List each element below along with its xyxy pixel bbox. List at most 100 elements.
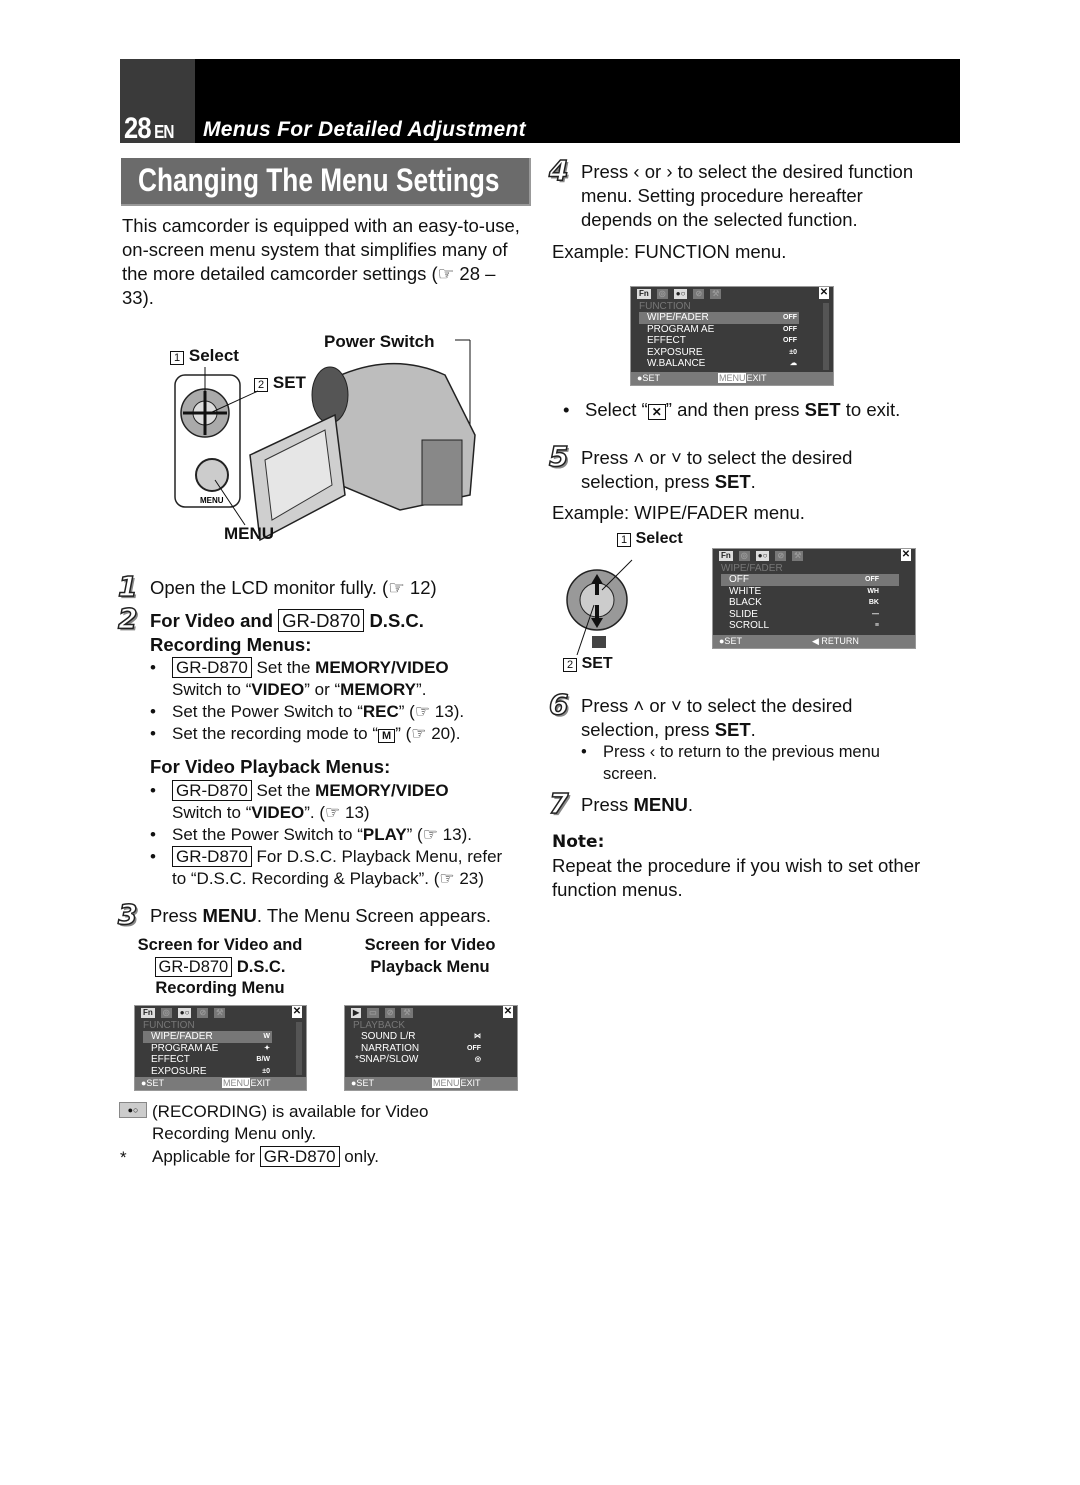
step-1-text: Open the LCD monitor fully. (☞ 12)	[150, 577, 437, 598]
menu-row: SLIDE —	[729, 608, 879, 620]
menu-row: PROGRAM AE OFF	[647, 323, 797, 335]
function-menu-example-screen: Fn ◎ ●○ ⊘ ⚒ ✕ FUNCTION WIPE/FADER OFF PRO…	[630, 286, 834, 386]
label-select-2: 1 Select	[617, 530, 683, 548]
tab-settings: ⚒	[401, 1008, 413, 1018]
example-wipe: Example: WIPE/FADER menu.	[552, 502, 805, 523]
page-title: Changing The Menu Settings	[138, 162, 500, 198]
menu-footer: ●SET MENUEXIT	[135, 1077, 306, 1090]
rec-screen-caption: Screen for Video and GR-D870 D.S.C. Reco…	[137, 936, 303, 997]
applicable-footnote: Applicable for GR-D870 only.	[152, 1146, 379, 1167]
menu-tabs: Fn ◎ ●○ ⊘ ⚒ ✕	[135, 1006, 306, 1020]
bullet-item: • Set the Power Switch to “PLAY” (☞ 13).	[150, 825, 472, 844]
step-number-6: 6	[548, 687, 569, 722]
menu-row: BLACK BK	[729, 597, 879, 608]
menu-footer: ●SET ◀ RETURN	[713, 635, 915, 648]
close-icon: ✕	[292, 1006, 302, 1018]
menu-row: WIPE/FADER W	[143, 1031, 272, 1043]
menu-tabs: ▶ ▭ ⊘ ⚒ ✕	[345, 1006, 517, 1020]
tab-recording: ●○	[177, 1008, 192, 1018]
label-select: 1 Select	[170, 346, 239, 366]
label-menu: MENU	[224, 524, 275, 543]
menu-row: *SNAP/SLOW ◎	[355, 1054, 481, 1065]
menu-row: EFFECT OFF	[647, 335, 797, 346]
tab-recording: ●○	[755, 551, 770, 561]
example-function: Example: FUNCTION menu.	[552, 241, 787, 262]
page-number: 28 EN	[124, 112, 174, 145]
pb-screen-caption: Screen for Video Playback Menu	[364, 936, 496, 976]
menu-row: WIPE/FADER OFF	[639, 312, 799, 324]
step-5-text: Press ˄ or ˅ to select the desired select…	[581, 447, 853, 492]
bullet-item: • GR-D870 For D.S.C. Playback Menu, refer	[150, 846, 503, 867]
tab-camera: ◎	[656, 289, 668, 299]
menu-row: W.BALANCE ☁	[647, 358, 797, 369]
step-number-2: 2	[117, 601, 138, 636]
close-icon: ✕	[819, 287, 829, 299]
recording-icon: ●○	[119, 1102, 147, 1118]
menu-footer: ●SET MENUEXIT	[631, 372, 833, 385]
step-2-bullets: • GR-D870 Set the MEMORY/VIDEO Switch to …	[150, 657, 535, 747]
menu-tabs: Fn ◎ ●○ ⊘ ⚒ ✕	[631, 287, 833, 301]
tab-function: Fn	[141, 1008, 155, 1018]
tab-settings: ⚒	[214, 1008, 226, 1018]
svg-text:MENU: MENU	[200, 496, 224, 505]
tab-display: ⊘	[197, 1008, 209, 1018]
recording-footnote: (RECORDING) is available for Video Record…	[152, 1102, 429, 1143]
menu-button-icon	[195, 458, 229, 492]
close-icon: ✕	[901, 549, 911, 561]
step-4-text: Press ‹ or › to select the desired funct…	[581, 161, 914, 230]
bullet-item: • GR-D870 Set the MEMORY/VIDEO	[150, 657, 449, 678]
manual-mode-icon: M	[378, 729, 396, 743]
function-menu-screen: Fn ◎ ●○ ⊘ ⚒ ✕ FUNCTION WIPE/FADER W PROGR…	[134, 1005, 307, 1091]
step-6-bullet: • Press ‹ to return to the previous menu …	[581, 743, 880, 783]
menu-tabs: Fn ◎ ●○ ⊘ ⚒ ✕	[713, 549, 915, 563]
step-number-7: 7	[548, 786, 569, 821]
menu-row: OFF OFF	[721, 574, 899, 586]
close-icon: ✕	[503, 1006, 513, 1018]
tab-edit: ▭	[367, 1008, 379, 1018]
tab-camera: ◎	[160, 1008, 172, 1018]
menu-row: EXPOSURE ±0	[647, 346, 797, 358]
bullet-item: • Set the Power Switch to “REC” (☞ 13).	[150, 702, 465, 721]
playback-heading: For Video Playback Menus:	[150, 756, 391, 777]
note-text: Repeat the procedure if you wish to set …	[552, 855, 921, 900]
bullet-item: • Set the recording mode to “M” (☞ 20).	[150, 724, 461, 743]
menu-row: SOUND L/R ⋈	[361, 1031, 481, 1042]
asterisk: *	[120, 1148, 127, 1167]
step-7-text: Press MENU.	[581, 794, 694, 815]
step-number-4: 4	[548, 153, 569, 188]
playback-menu-screen: ▶ ▭ ⊘ ⚒ ✕ PLAYBACK SOUND L/R ⋈ NARRATION O…	[344, 1005, 518, 1091]
tab-function: Fn	[719, 551, 733, 561]
step-6-text: Press ˄ or ˅ to select the desired select…	[581, 695, 853, 740]
menu-row: NARRATION OFF	[361, 1042, 481, 1054]
bullet-item: • GR-D870 Set the MEMORY/VIDEO	[150, 780, 449, 801]
tab-settings: ⚒	[792, 551, 804, 561]
tab-camera: ◎	[738, 551, 750, 561]
note-heading: Note:	[552, 832, 605, 852]
scrollbar	[823, 303, 829, 370]
playback-bullets: • GR-D870 Set the MEMORY/VIDEO Switch to …	[150, 780, 535, 890]
menu-row: SCROLL ≡	[729, 620, 879, 631]
tab-display: ⊘	[693, 289, 705, 299]
select-dial-figure	[566, 559, 633, 656]
scrollbar	[296, 1022, 302, 1075]
tab-settings: ⚒	[710, 289, 722, 299]
close-icon: ✕	[647, 404, 666, 420]
step-number-1: 1	[117, 569, 138, 604]
step-number-5: 5	[548, 439, 569, 474]
label-set: 2 SET	[254, 373, 306, 393]
menu-row: EXPOSURE ±0	[151, 1065, 270, 1077]
tab-display: ⊘	[384, 1008, 396, 1018]
section-title: Menus For Detailed Adjustment	[203, 118, 526, 141]
fn-icon	[592, 636, 606, 648]
step-3-text: Press MENU. The Menu Screen appears.	[150, 905, 492, 926]
tab-function: Fn	[637, 289, 651, 299]
label-set-2: 2 SET	[563, 655, 613, 673]
step-4-bullet: • Select “✕” and then press SET to exit.	[563, 399, 901, 420]
menu-footer: ●SET MENUEXIT	[345, 1077, 517, 1090]
tab-playback: ▶	[351, 1008, 362, 1018]
tab-display: ⊘	[775, 551, 787, 561]
tab-recording: ●○	[673, 289, 688, 299]
intro-paragraph: This camcorder is equipped with an easy-…	[122, 215, 520, 308]
step-2-heading: For Video and GR-D870 D.S.C. Recording M…	[150, 609, 424, 655]
menu-row: EFFECT B/W	[151, 1054, 270, 1065]
